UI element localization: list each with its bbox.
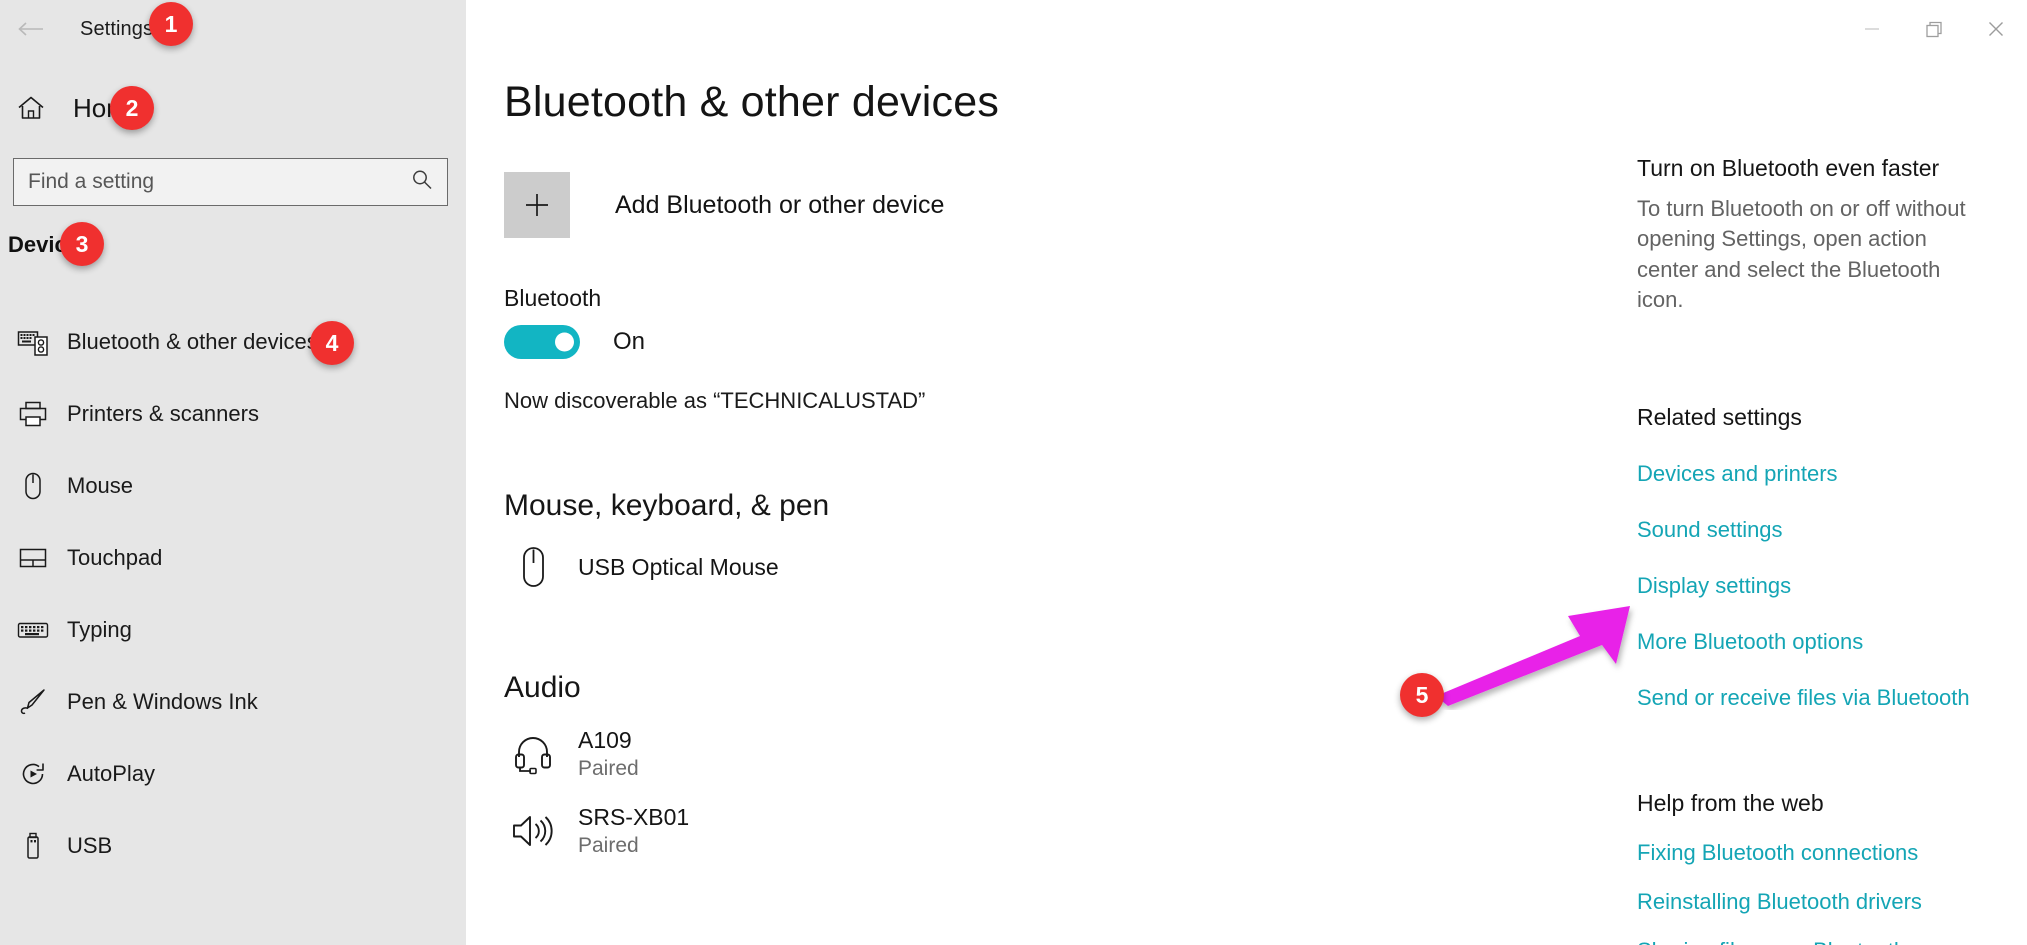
- more-bluetooth-options-link[interactable]: More Bluetooth options: [1637, 629, 2017, 655]
- sidebar-item-usb[interactable]: USB: [0, 810, 466, 882]
- headset-icon: [504, 732, 562, 776]
- sidebar-item-autoplay[interactable]: AutoPlay: [0, 738, 466, 810]
- bluetooth-devices-icon: [10, 328, 56, 356]
- group-title: Audio: [504, 671, 581, 704]
- section-heading: Help from the web: [1637, 790, 1824, 816]
- link-sharing-files-over-bluetooth[interactable]: Sharing files over Bluetooth: [1637, 938, 2017, 945]
- sidebar-item-printers-scanners[interactable]: Printers & scanners: [0, 378, 466, 450]
- home-icon: [0, 95, 62, 121]
- sidebar-item-touchpad[interactable]: Touchpad: [0, 522, 466, 594]
- help-from-web-section: Help from the web Fixing Bluetooth conne…: [1637, 790, 2017, 945]
- add-device-button[interactable]: Add Bluetooth or other device: [504, 172, 944, 238]
- device-group-audio: Audio A109 Paired SRS-XB01 Paired: [504, 671, 689, 859]
- sidebar: Settings Home Find a setting Devices Blu…: [0, 0, 466, 945]
- section-heading: Related settings: [1637, 404, 1802, 430]
- mouse-icon: [10, 471, 56, 501]
- device-row[interactable]: USB Optical Mouse: [504, 544, 829, 590]
- search-icon[interactable]: [411, 169, 433, 196]
- touchpad-icon: [10, 545, 56, 571]
- device-group-mouse-keyboard-pen: Mouse, keyboard, & pen USB Optical Mouse: [504, 489, 829, 590]
- search-container: [13, 158, 448, 206]
- annotation-badge-5: 5: [1400, 673, 1444, 717]
- sidebar-item-label: Touchpad: [67, 545, 163, 570]
- sidebar-item-bluetooth-other-devices[interactable]: Bluetooth & other devices: [0, 306, 466, 378]
- link-display-settings[interactable]: Display settings: [1637, 573, 2017, 599]
- device-name: A109: [578, 727, 632, 753]
- discoverable-text: Now discoverable as “TECHNICALUSTAD”: [504, 388, 926, 413]
- keyboard-icon: [10, 619, 56, 641]
- section-heading: Turn on Bluetooth even faster: [1637, 155, 1940, 181]
- sidebar-nav: Bluetooth & other devices Printers & sca…: [0, 306, 466, 882]
- link-fixing-bluetooth-connections[interactable]: Fixing Bluetooth connections: [1637, 840, 2017, 866]
- group-title: Mouse, keyboard, & pen: [504, 489, 830, 522]
- mouse-icon: [504, 544, 562, 590]
- device-status: Paired: [578, 756, 639, 780]
- link-sound-settings[interactable]: Sound settings: [1637, 517, 2017, 543]
- sidebar-item-typing[interactable]: Typing: [0, 594, 466, 666]
- bluetooth-label: Bluetooth: [504, 285, 602, 311]
- annotation-badge-1: 1: [149, 2, 193, 46]
- pen-icon: [10, 687, 56, 717]
- sidebar-item-label: Pen & Windows Ink: [67, 689, 258, 714]
- plus-icon: [504, 172, 570, 238]
- sidebar-item-mouse[interactable]: Mouse: [0, 450, 466, 522]
- annotation-badge-3: 3: [60, 222, 104, 266]
- device-row[interactable]: SRS-XB01 Paired: [504, 803, 689, 859]
- settings-window: Settings Home Find a setting Devices Blu…: [0, 0, 2027, 945]
- add-device-label: Add Bluetooth or other device: [615, 190, 945, 219]
- sidebar-item-pen-windows-ink[interactable]: Pen & Windows Ink: [0, 666, 466, 738]
- back-button[interactable]: [0, 2, 62, 56]
- bluetooth-toggle-state: On: [613, 328, 646, 355]
- autoplay-icon: [10, 759, 56, 789]
- usb-icon: [10, 831, 56, 861]
- link-devices-and-printers[interactable]: Devices and printers: [1637, 461, 2017, 487]
- device-name: SRS-XB01: [578, 804, 690, 831]
- right-rail: Turn on Bluetooth even faster To turn Bl…: [1637, 0, 2027, 945]
- home-item[interactable]: Home: [0, 82, 466, 134]
- bluetooth-toggle-row: On: [504, 325, 645, 359]
- speaker-icon: [504, 811, 562, 851]
- annotation-badge-2: 2: [110, 86, 154, 130]
- turn-on-faster-section: Turn on Bluetooth even faster To turn Bl…: [1637, 155, 1992, 315]
- sidebar-item-label: AutoPlay: [67, 761, 156, 786]
- link-reinstalling-bluetooth-drivers[interactable]: Reinstalling Bluetooth drivers: [1637, 889, 2017, 915]
- device-status: Paired: [578, 833, 639, 857]
- sidebar-titlebar: Settings: [0, 0, 466, 58]
- bluetooth-toggle[interactable]: [504, 325, 580, 359]
- sidebar-item-label: Printers & scanners: [67, 401, 259, 426]
- link-send-receive-files[interactable]: Send or receive files via Bluetooth: [1637, 685, 2017, 711]
- sidebar-item-label: Mouse: [67, 473, 134, 498]
- section-body: To turn Bluetooth on or off without open…: [1637, 196, 1966, 313]
- sidebar-item-label: Typing: [67, 617, 132, 642]
- sidebar-item-label: Bluetooth & other devices: [67, 329, 318, 354]
- app-title: Settings: [80, 17, 154, 40]
- page-title: Bluetooth & other devices: [504, 78, 1000, 126]
- related-settings-section: Related settings Devices and printers So…: [1637, 404, 2017, 711]
- device-row[interactable]: A109 Paired: [504, 726, 689, 782]
- search-input[interactable]: [14, 170, 447, 194]
- annotation-badge-4: 4: [310, 321, 354, 365]
- sidebar-item-label: USB: [67, 833, 113, 858]
- device-name: USB Optical Mouse: [578, 553, 779, 580]
- printer-icon: [10, 400, 56, 428]
